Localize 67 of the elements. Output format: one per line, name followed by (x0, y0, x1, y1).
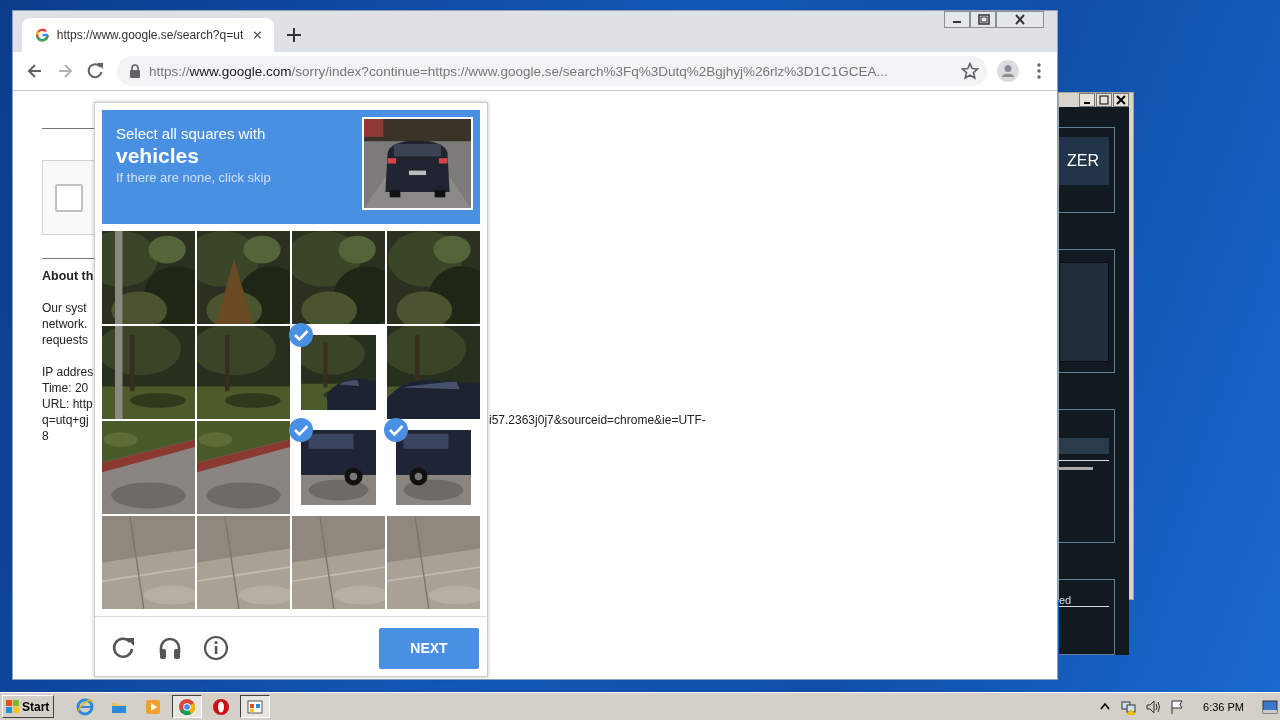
info-icon[interactable] (203, 635, 229, 661)
clock[interactable]: 6:36 PM (1203, 700, 1244, 713)
lock-icon (129, 64, 141, 78)
body-text: network. (42, 316, 88, 332)
check-icon (288, 322, 314, 348)
headphones-icon[interactable] (157, 635, 183, 661)
image-tile[interactable] (102, 231, 195, 324)
tab-title: https://www.google.se/search?q=ut (56, 28, 244, 42)
minimize-icon[interactable] (1079, 93, 1095, 107)
image-tile[interactable] (102, 421, 195, 514)
close-icon[interactable] (1113, 93, 1129, 107)
address-text: https://www.google.com/sorry/index?continue=https://www.google.se/search%3Fq%3Dutq%2Bgjhyj%26rlz%3D1C1GCEA... (149, 63, 889, 79)
browser-icon (76, 697, 95, 716)
taskbar-button[interactable] (240, 695, 271, 718)
image-tile[interactable] (102, 516, 195, 609)
image-tile[interactable] (197, 231, 290, 324)
body-text: IP addres (42, 364, 94, 380)
image-tile[interactable] (197, 421, 290, 514)
opera-icon (212, 697, 231, 716)
image-tile[interactable] (387, 326, 480, 419)
body-text: 8 (42, 428, 49, 444)
target-label: vehicles (116, 144, 200, 168)
section-heading: About th (42, 269, 94, 283)
image-tile[interactable] (387, 231, 480, 324)
body-text: requests (42, 332, 89, 348)
minimize-icon[interactable] (944, 11, 970, 28)
restore-icon[interactable] (970, 11, 996, 28)
avatar-icon[interactable] (997, 60, 1019, 82)
show-desktop-icon[interactable] (1262, 699, 1278, 714)
reload-icon[interactable] (111, 635, 137, 661)
windows-logo-icon (5, 699, 20, 714)
address-bar[interactable]: https://www.google.com/sorry/index?continue=https://www.google.se/search%3Fq%3Dutq%2Bgjhyj%26rlz%3D1C1GCEA... (117, 56, 987, 86)
body-text: q=utq+gj (42, 413, 89, 427)
flag-icon[interactable] (1169, 698, 1186, 715)
check-icon (383, 417, 409, 443)
star-icon[interactable] (961, 62, 979, 80)
image-tile[interactable] (292, 231, 385, 324)
start-button[interactable]: Start (2, 695, 55, 718)
body-text: URL: http (42, 396, 93, 412)
body-text: Our syst (42, 300, 87, 316)
new-tab-icon[interactable] (286, 27, 302, 43)
image-tile[interactable] (387, 516, 480, 609)
checkbox[interactable] (55, 183, 83, 212)
input-field[interactable] (1059, 438, 1109, 454)
instruction-text: Select all squares with (116, 125, 267, 142)
taskbar-button[interactable] (172, 695, 203, 718)
image-tile[interactable] (197, 326, 290, 419)
favicon-icon (36, 27, 49, 43)
speaker-icon[interactable] (1145, 698, 1162, 715)
app-button[interactable]: ZER (1059, 137, 1109, 185)
media-player-icon (144, 697, 163, 716)
reload-icon[interactable] (85, 61, 105, 81)
window-icon (246, 697, 265, 716)
image-tile[interactable] (197, 516, 290, 609)
image-tile[interactable] (102, 326, 195, 419)
image-tile[interactable] (292, 516, 385, 609)
maximize-icon[interactable] (1096, 93, 1112, 107)
network-icon[interactable] (1121, 698, 1138, 715)
body-text: i57.2363j0j7&sourceid=chrome&ie=UTF- (489, 412, 706, 428)
slider-track[interactable] (1059, 467, 1093, 470)
check-icon (288, 417, 314, 443)
app-label: ed (1059, 594, 1109, 607)
hint-text: If there are none, click skip (116, 170, 271, 185)
body-text: Time: 20 (42, 380, 89, 396)
close-icon[interactable] (996, 11, 1044, 28)
browser-tab[interactable]: https://www.google.se/search?q=ut (22, 18, 274, 52)
chrome-icon (178, 697, 197, 716)
